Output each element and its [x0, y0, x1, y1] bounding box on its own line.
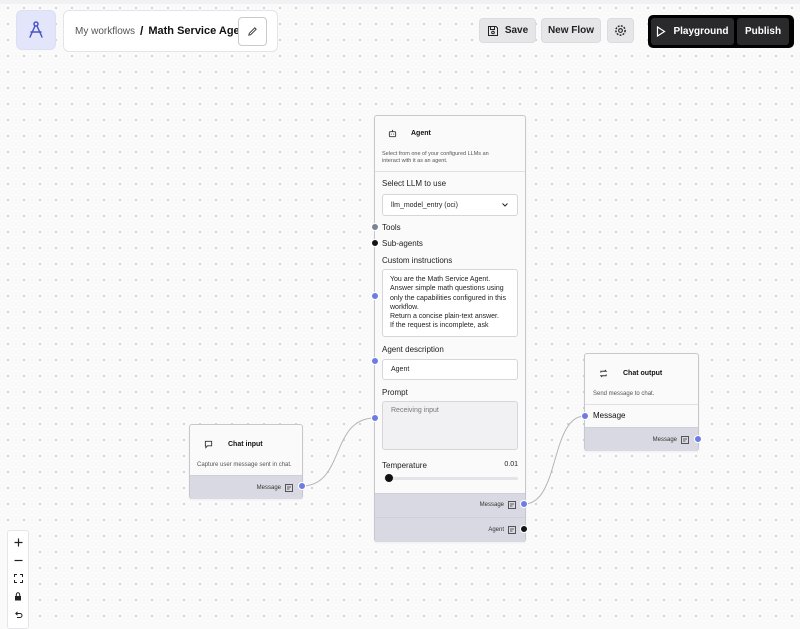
chat-output-output: Message: [585, 427, 698, 451]
chat-input-output-handle[interactable]: [298, 482, 306, 490]
edge-chatinput-to-agent-prompt: [301, 417, 376, 487]
agent-agent-output-handle[interactable]: [520, 525, 528, 533]
save-label: Save: [504, 25, 529, 36]
inspect-icon[interactable]: [285, 484, 293, 492]
chat-output-node[interactable]: Chat output Send message to chat. Messag…: [584, 353, 699, 451]
fit-view-button[interactable]: [13, 571, 23, 585]
playground-button[interactable]: Playground: [651, 18, 734, 45]
chat-output-title: Chat output: [623, 370, 663, 377]
chat-output-output-label: Message: [652, 437, 677, 443]
pencil-icon: [248, 27, 257, 36]
chat-input-output-label: Message: [256, 485, 281, 491]
plus-icon: [14, 538, 22, 546]
agent-node-title: Agent: [411, 130, 431, 137]
agent-message-output-label: Message: [479, 502, 504, 508]
chat-output-description: Send message to chat.: [593, 391, 655, 397]
agent-node[interactable]: Agent Select from one of your configured…: [374, 115, 526, 542]
agent-message-output: Message: [375, 493, 525, 517]
undo-button[interactable]: [14, 607, 23, 621]
zoom-in-button[interactable]: [14, 535, 23, 549]
minus-icon: [14, 559, 22, 561]
lock-button[interactable]: [14, 589, 22, 603]
workflow-title: Math Service Agent: [148, 25, 251, 37]
custom-instructions-textarea[interactable]: You are the Math Service Agent. Answer s…: [382, 269, 518, 337]
chat-output-input-label: Message: [593, 411, 626, 420]
divider: [375, 171, 525, 172]
floppy-disk-icon: [487, 25, 498, 36]
compass-logo-icon: [29, 21, 43, 38]
chat-repeat-icon: [599, 369, 608, 378]
agent-agent-output-label: Agent: [488, 527, 504, 533]
chat-bubble-icon: [204, 440, 213, 449]
prompt-label: Prompt: [382, 388, 408, 397]
agent-description-input[interactable]: Agent: [382, 359, 518, 380]
prompt-input[interactable]: Receiving input: [382, 401, 518, 450]
inspect-icon[interactable]: [508, 501, 516, 509]
chat-input-output: Message: [190, 475, 302, 499]
temperature-thumb[interactable]: [385, 474, 394, 482]
breadcrumb-my-workflows[interactable]: My workflows: [75, 26, 135, 37]
divider: [585, 404, 698, 405]
new-flow-label: New Flow: [547, 25, 595, 36]
edit-title-button[interactable]: [238, 17, 267, 46]
publish-actions: Playground Publish: [648, 15, 794, 48]
llm-select-value: llm_model_entry (oci): [391, 201, 458, 209]
publish-label: Publish: [744, 26, 782, 37]
app-logo[interactable]: [16, 10, 56, 50]
fit-view-icon: [13, 573, 23, 583]
prompt-input-handle[interactable]: [371, 414, 379, 422]
chat-output-input-handle[interactable]: [581, 412, 589, 420]
canvas-controls: [7, 530, 29, 629]
agent-description-value: Agent: [391, 366, 410, 373]
zoom-out-button[interactable]: [14, 553, 23, 567]
chat-output-output-handle[interactable]: [694, 435, 702, 443]
custom-instructions-label: Custom instructions: [382, 256, 453, 265]
undo-icon: [14, 610, 22, 618]
save-button[interactable]: Save: [479, 18, 536, 43]
agent-description-label: Agent description: [382, 345, 444, 354]
inspect-icon[interactable]: [681, 436, 689, 444]
publish-button[interactable]: Publish: [737, 18, 789, 45]
tools-input-handle[interactable]: [371, 223, 379, 231]
settings-button[interactable]: [607, 18, 634, 43]
select-llm-label: Select LLM to use: [382, 179, 447, 188]
agent-agent-output: Agent: [375, 517, 525, 542]
temperature-slider[interactable]: [384, 474, 518, 482]
llm-select[interactable]: llm_model_entry (oci): [382, 194, 518, 216]
top-edge: [0, 0, 800, 4]
chevron-down-icon: [502, 203, 508, 207]
agent-description-input-handle[interactable]: [371, 357, 379, 365]
edge-agent-to-chatoutput: [523, 415, 586, 505]
chat-input-node[interactable]: Chat input Capture user message sent in …: [189, 424, 303, 499]
new-flow-button[interactable]: New Flow: [541, 18, 601, 43]
temperature-value: 0.01: [504, 461, 518, 468]
tools-label: Tools: [382, 223, 401, 232]
lock-icon: [15, 591, 21, 600]
breadcrumb-separator: /: [140, 24, 144, 38]
chat-input-title: Chat input: [228, 441, 263, 448]
breadcrumb: My workflows / Math Service Agent: [63, 10, 278, 52]
subagents-input-handle[interactable]: [371, 239, 379, 247]
temperature-track: [384, 477, 518, 480]
agent-message-output-handle[interactable]: [520, 500, 528, 508]
chat-input-description: Capture user message sent in chat.: [197, 462, 292, 468]
inspect-icon[interactable]: [508, 526, 516, 534]
playground-label: Playground: [673, 26, 729, 37]
custom-instructions-input-handle[interactable]: [371, 292, 379, 300]
robot-icon: [388, 129, 397, 138]
play-icon: [657, 26, 667, 37]
gear-icon: [615, 25, 626, 36]
prompt-placeholder: Receiving input: [391, 407, 439, 414]
agent-node-description: Select from one of your configured LLMs …: [382, 151, 489, 164]
temperature-label: Temperature: [382, 461, 427, 470]
subagents-label: Sub-agents: [382, 239, 423, 248]
